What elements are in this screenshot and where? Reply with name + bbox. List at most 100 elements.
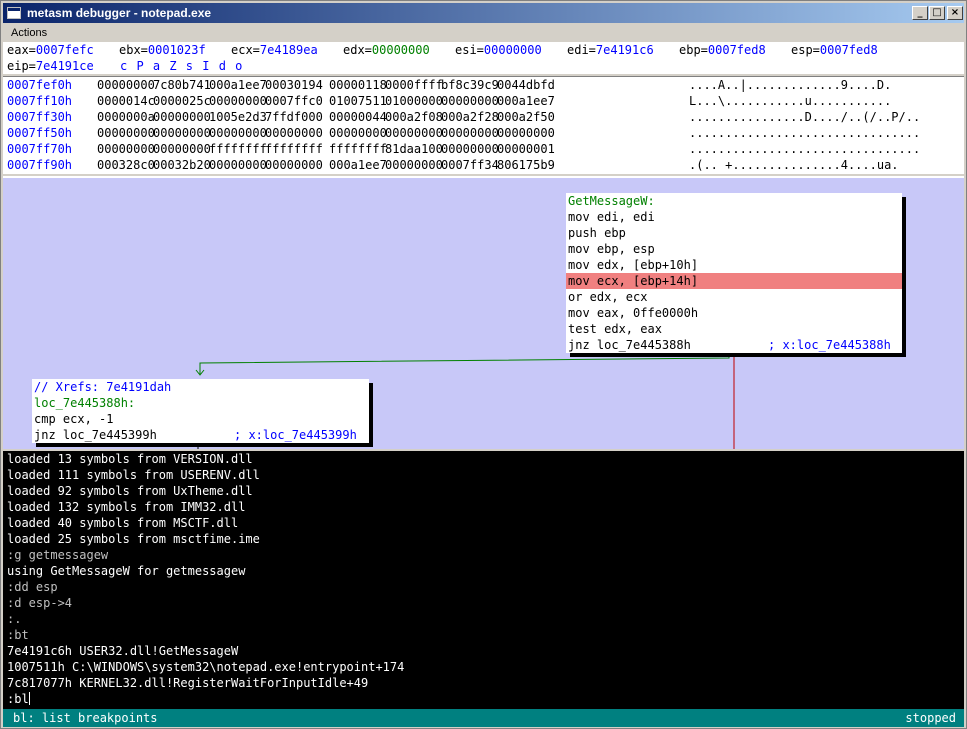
hexdump-dword[interactable]: 00000000 [209, 157, 267, 173]
hexdump-dword[interactable]: 00000000 [153, 125, 211, 141]
hexdump-address[interactable]: 0007fef0h [7, 77, 72, 93]
hexdump-ascii[interactable]: ................................ [689, 141, 920, 157]
hexdump-dword[interactable]: 00000000 [97, 141, 155, 157]
instruction-line-current[interactable]: mov ecx, [ebp+14h] [566, 273, 902, 289]
hexdump-dword[interactable]: 00000000 [497, 125, 555, 141]
hexdump-dword[interactable]: 01007511 [329, 93, 387, 109]
hexdump-address[interactable]: 0007ff90h [7, 157, 72, 173]
instruction-line[interactable]: mov edx, [ebp+10h] [566, 257, 902, 273]
hexdump-dword[interactable]: 00000000 [265, 125, 323, 141]
console-input-line[interactable]: :bl [7, 691, 30, 707]
hexdump-dword[interactable]: 000a1ee7 [497, 93, 555, 109]
hexdump-dword[interactable]: 0000025c [153, 93, 211, 109]
register-eax[interactable]: eax=0007fefc [7, 42, 94, 58]
hexdump-dword[interactable]: ffffffff [265, 141, 323, 157]
hexdump-dword[interactable]: 1005e2d3 [209, 109, 267, 125]
console-input[interactable]: :bl [7, 692, 29, 706]
xref-link[interactable]: loc_7e445399h [263, 428, 357, 442]
maximize-button[interactable]: □ [929, 6, 945, 20]
hexdump-dword[interactable]: 00000000 [97, 125, 155, 141]
register-edi[interactable]: edi=7e4191c6 [567, 42, 654, 58]
hexdump-dword[interactable]: 00000118 [329, 77, 387, 93]
register-edx[interactable]: edx=00000000 [343, 42, 430, 58]
instruction-line-jump[interactable]: jnz loc_7e445399h ; x:loc_7e445399h [32, 427, 369, 443]
debugger-window: metasm debugger - notepad.exe _ □ × Acti… [0, 0, 967, 729]
instruction-line[interactable]: or edx, ecx [566, 289, 902, 305]
register-eip[interactable]: eip=7e4191ce [7, 58, 94, 74]
hexdump-dword[interactable]: bf8c39c9 [441, 77, 499, 93]
hexdump-dword[interactable]: 0007ff34 [441, 157, 499, 173]
graph-view[interactable]: GetMessageW: mov edi, edi push ebp mov e… [3, 176, 964, 449]
register-esi[interactable]: esi=00000000 [455, 42, 542, 58]
register-ebp[interactable]: ebp=0007fed8 [679, 42, 766, 58]
instruction-line[interactable]: push ebp [566, 225, 902, 241]
code-block-loc-7e445388h[interactable]: // Xrefs: 7e4191dah loc_7e445388h: cmp e… [32, 379, 369, 443]
hexdump-dword[interactable]: 000328c0 [97, 157, 155, 173]
hexdump-address[interactable]: 0007ff30h [7, 109, 72, 125]
hexdump-dword[interactable]: 806175b9 [497, 157, 555, 173]
block-label[interactable]: GetMessageW: [566, 193, 902, 209]
hexdump-dword[interactable]: 00000000 [153, 109, 211, 125]
title-bar[interactable]: metasm debugger - notepad.exe _ □ × [3, 3, 964, 23]
hexdump-dword[interactable]: 0044dbfd [497, 77, 555, 93]
hexdump-dword[interactable]: ffffffff [329, 141, 387, 157]
hexdump-dword[interactable]: 000a2f50 [497, 109, 555, 125]
hexdump-dword[interactable]: 00000000 [385, 157, 443, 173]
hexdump-dword[interactable]: 00000000 [441, 141, 499, 157]
hexdump-address[interactable]: 0007ff50h [7, 125, 72, 141]
hexdump-dword[interactable]: 000a1ee7 [329, 157, 387, 173]
hexdump-ascii[interactable]: L...\...........u........... [689, 93, 891, 109]
hexdump-dword[interactable]: 00030194 [265, 77, 323, 93]
block-label[interactable]: loc_7e445388h: [32, 395, 369, 411]
hexdump-dword[interactable]: 00000000 [329, 125, 387, 141]
hexdump-dword[interactable]: 0000ffff [385, 77, 443, 93]
hexdump-dword[interactable]: 00000000 [209, 125, 267, 141]
hexdump-dword[interactable]: 00000000 [265, 157, 323, 173]
hexdump-dword[interactable]: 0000000a [97, 109, 155, 125]
instruction-line[interactable]: test edx, eax [566, 321, 902, 337]
hexdump-dword[interactable]: 00000000 [209, 93, 267, 109]
hexdump-dword[interactable]: 000a1ee7 [209, 77, 267, 93]
instruction-line[interactable]: cmp ecx, -1 [32, 411, 369, 427]
instruction-line-jump[interactable]: jnz loc_7e445388h ; x:loc_7e445388h [566, 337, 902, 353]
hexdump-dword[interactable]: ffffffff [209, 141, 267, 157]
hexdump-dword[interactable]: 00000000 [97, 77, 155, 93]
xref-link[interactable]: loc_7e445388h [797, 338, 891, 352]
hexdump-address[interactable]: 0007ff70h [7, 141, 72, 157]
hexdump-dword[interactable]: 7ffdf000 [265, 109, 323, 125]
hexdump-dword[interactable]: 00000000 [441, 125, 499, 141]
minimize-button[interactable]: _ [912, 6, 928, 20]
hexdump-dword[interactable]: 81daa100 [385, 141, 443, 157]
hexdump-ascii[interactable]: ................D..../..(/..P/.. [689, 109, 920, 125]
hexdump-dword[interactable]: 00000001 [497, 141, 555, 157]
hexdump-dword[interactable]: 00032b20 [153, 157, 211, 173]
console-panel[interactable]: loaded 13 symbols from VERSION.dll loaded… [3, 451, 964, 709]
hexdump-dword[interactable]: 0000014c [97, 93, 155, 109]
flags-display[interactable]: c P a Z s I d o [120, 58, 243, 74]
instruction-line[interactable]: mov edi, edi [566, 209, 902, 225]
hexdump-dword[interactable]: 00000000 [441, 93, 499, 109]
close-button[interactable]: × [947, 6, 963, 20]
register-ebx[interactable]: ebx=0001023f [119, 42, 206, 58]
register-esp[interactable]: esp=0007fed8 [791, 42, 878, 58]
hexdump-dword[interactable]: 0007ffc0 [265, 93, 323, 109]
hexdump-address[interactable]: 0007ff10h [7, 93, 72, 109]
hexdump-dword[interactable]: 01000000 [385, 93, 443, 109]
hexdump-ascii[interactable]: .(.. +...............4....ua. [689, 157, 899, 173]
hexdump-ascii[interactable]: ....A..|.............9....D. [689, 77, 891, 93]
hexdump-dword[interactable]: 000a2f08 [385, 109, 443, 125]
window-app-icon[interactable] [7, 7, 21, 19]
hexdump-dword[interactable]: 00000044 [329, 109, 387, 125]
hexdump-ascii[interactable]: ................................ [689, 125, 920, 141]
hexdump-dword[interactable]: 00000000 [153, 141, 211, 157]
hexdump-dword[interactable]: 00000000 [385, 125, 443, 141]
register-ecx[interactable]: ecx=7e4189ea [231, 42, 318, 58]
instruction-line[interactable]: mov eax, 0ffe0000h [566, 305, 902, 321]
window-title: metasm debugger - notepad.exe [27, 6, 212, 20]
instruction-line[interactable]: mov ebp, esp [566, 241, 902, 257]
hexdump-dword[interactable]: 7c80b741 [153, 77, 211, 93]
hexdump-dword[interactable]: 000a2f28 [441, 109, 499, 125]
menu-actions[interactable]: Actions [11, 27, 47, 39]
hex-dump-panel[interactable]: 0007fef0h 00000000 7c80b741 000a1ee7 0003019… [3, 76, 964, 174]
code-block-getmessagew[interactable]: GetMessageW: mov edi, edi push ebp mov e… [566, 193, 902, 353]
